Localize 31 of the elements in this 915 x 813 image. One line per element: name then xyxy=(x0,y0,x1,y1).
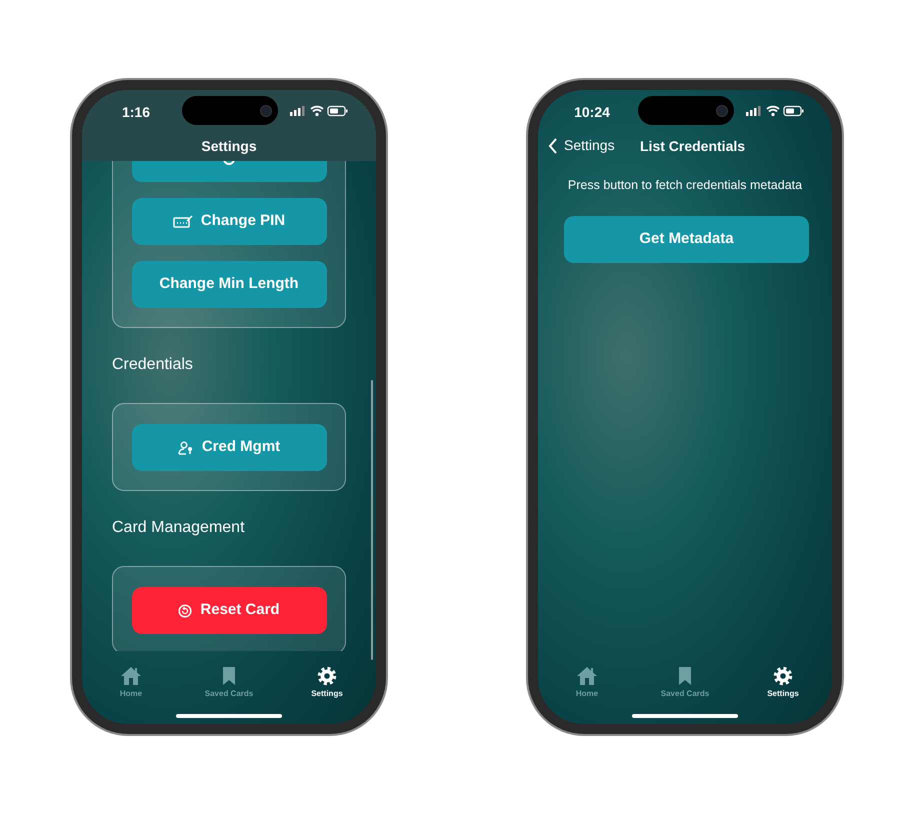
reset-icon xyxy=(178,604,192,618)
bookmark-icon xyxy=(678,666,692,686)
action-button[interactable]: Change Min Length xyxy=(132,261,326,308)
action-button[interactable]: Cred Mgmt xyxy=(132,424,326,471)
status-icons xyxy=(290,105,350,117)
tab-item[interactable]: Saved Cards xyxy=(180,666,278,700)
home-icon xyxy=(120,666,142,686)
keyboard-icon xyxy=(172,214,193,228)
tab-item[interactable]: Settings xyxy=(278,666,376,700)
tab-item[interactable]: Saved Cards xyxy=(636,666,734,700)
nav-title: List Credentials xyxy=(640,137,746,156)
action-button[interactable]: Reset Card xyxy=(132,587,326,634)
action-button[interactable]: Change PIN xyxy=(132,198,326,245)
bookmark-icon xyxy=(222,666,236,686)
nav-title: Settings xyxy=(200,137,258,156)
action-button[interactable]: Get Metadata xyxy=(564,216,809,263)
section-heading: Card Management xyxy=(112,518,246,538)
status-time: 10:24 xyxy=(573,103,611,122)
chevron-left-icon xyxy=(548,138,558,154)
status-icons xyxy=(746,105,806,117)
instruction-text: Press button to fetch credentials metadata xyxy=(566,177,804,194)
status-time: 1:16 xyxy=(120,103,152,122)
home-icon xyxy=(576,666,598,686)
tab-item[interactable]: Home xyxy=(82,666,180,700)
section-heading: Credentials xyxy=(112,355,194,375)
back-button[interactable]: Settings xyxy=(548,135,615,156)
tab-item[interactable]: Home xyxy=(538,666,636,700)
person-key-icon xyxy=(178,440,194,454)
gear-icon xyxy=(317,666,337,686)
gear-icon xyxy=(773,666,793,686)
tab-item[interactable]: Settings xyxy=(734,666,832,700)
